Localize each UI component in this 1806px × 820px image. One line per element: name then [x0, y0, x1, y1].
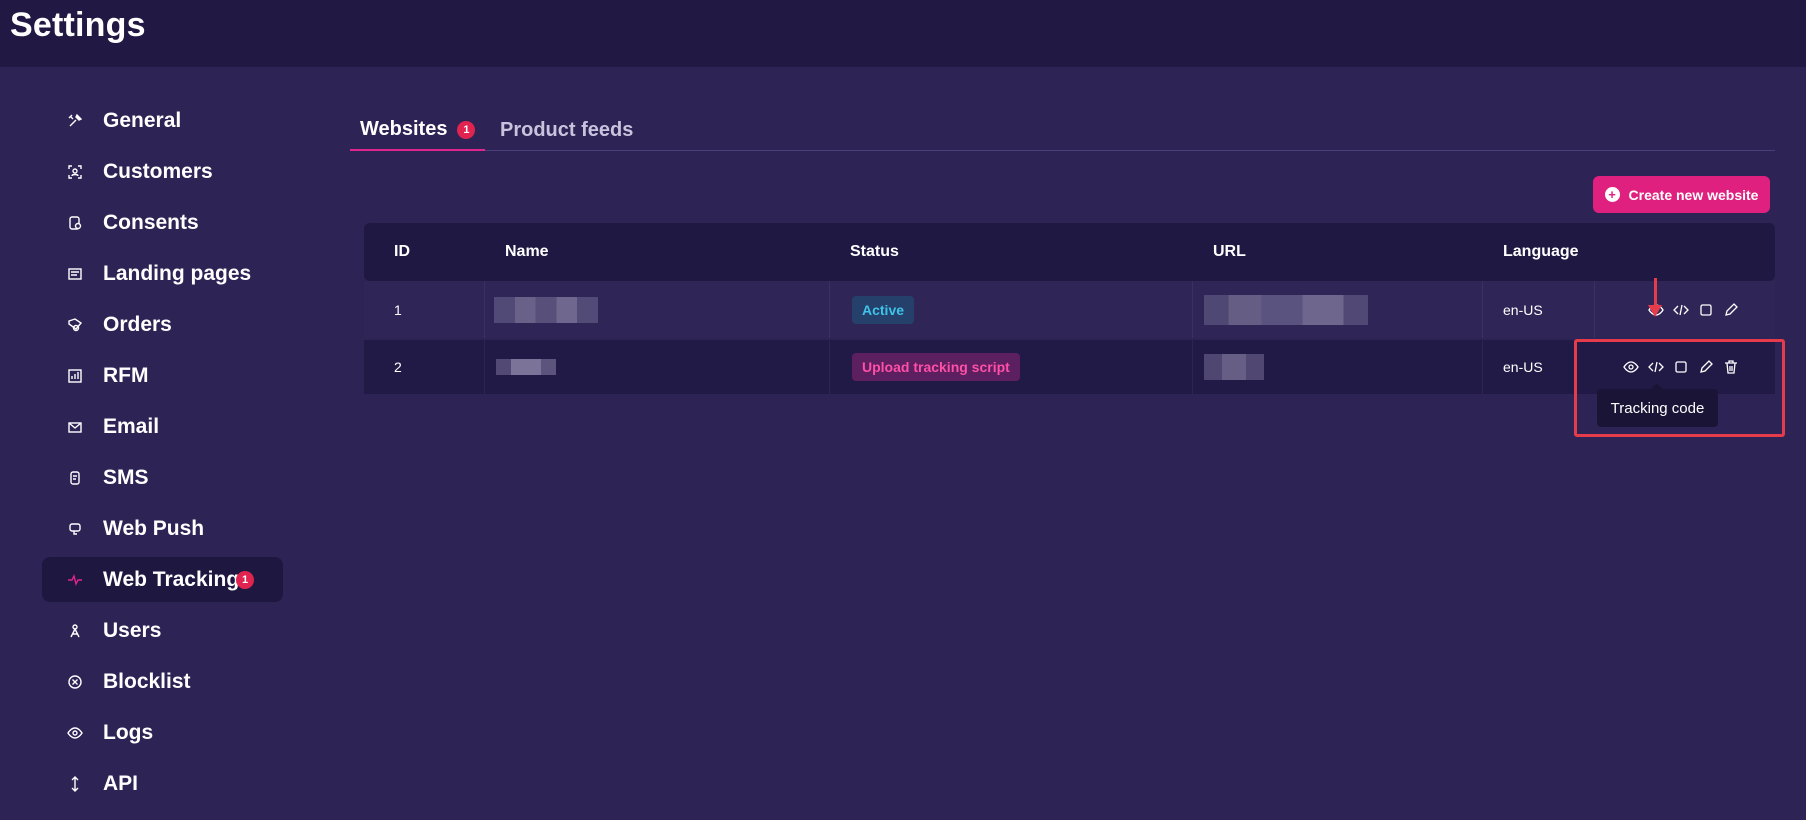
- customer-icon: [66, 163, 84, 181]
- sidebar-item-label: Blocklist: [103, 669, 191, 693]
- sidebar-item-label: Web Tracking: [103, 567, 240, 591]
- status-active-pill: Active: [852, 295, 915, 324]
- cell-url-redacted: [1204, 340, 1264, 394]
- sidebar-item-landing-pages[interactable]: Landing pages: [42, 251, 283, 296]
- eye-icon: [66, 724, 84, 742]
- sidebar-item-label: General: [103, 108, 182, 132]
- table-header: ID Name Status URL Language: [364, 223, 1775, 281]
- square-icon[interactable]: [1698, 302, 1714, 318]
- sidebar-item-label: API: [103, 771, 139, 795]
- notification-badge: 1: [457, 120, 476, 139]
- sidebar-item-label: Email: [103, 414, 160, 438]
- create-button-label: Create new website: [1628, 186, 1759, 203]
- pulse-icon: [66, 571, 84, 589]
- sidebar-item-users[interactable]: Users: [42, 608, 283, 653]
- sidebar-item-label: Landing pages: [103, 261, 252, 285]
- cell-id: 1: [394, 301, 402, 318]
- cell-name-redacted: [496, 340, 556, 394]
- api-arrows-icon: [66, 775, 84, 793]
- sidebar-item-label: Customers: [103, 159, 213, 183]
- sidebar-item-label: Orders: [103, 312, 172, 336]
- status-badge: Upload tracking script: [852, 340, 1020, 394]
- notification-badge: 1: [236, 570, 254, 589]
- tab-websites[interactable]: Websites 1: [350, 110, 486, 151]
- orders-icon: [66, 316, 84, 334]
- websites-table: ID Name Status URL Language 1 Active en-…: [364, 223, 1775, 394]
- users-icon: [66, 622, 84, 640]
- status-upload-pill[interactable]: Upload tracking script: [852, 353, 1020, 381]
- plus-circle-icon: +: [1604, 187, 1620, 202]
- tracking-code-tooltip: Tracking code: [1597, 389, 1718, 427]
- annotation-arrow-head: [1648, 305, 1662, 317]
- sidebar-item-logs[interactable]: Logs: [42, 710, 283, 755]
- email-icon: [66, 418, 84, 436]
- sidebar-item-label: Web Push: [103, 516, 205, 540]
- table-row[interactable]: 1 Active en-US: [364, 281, 1775, 338]
- cell-id: 2: [394, 359, 402, 375]
- annotation-arrow-shaft: [1654, 278, 1657, 308]
- tools-icon: [66, 112, 84, 130]
- cell-language: en-US: [1503, 301, 1543, 318]
- sidebar-item-web-tracking[interactable]: Web Tracking 1: [42, 557, 283, 602]
- cell-name-redacted: [494, 281, 598, 338]
- table-row[interactable]: 2 Upload tracking script en-US: [364, 340, 1775, 394]
- tab-label: Websites: [360, 118, 448, 140]
- consent-icon: [66, 214, 84, 232]
- sidebar-item-general[interactable]: General: [42, 98, 283, 143]
- tab-bar: Websites 1 Product feeds: [350, 110, 1775, 151]
- sidebar-item-label: Consents: [103, 210, 199, 234]
- sidebar-item-label: Logs: [103, 720, 154, 744]
- block-icon: [66, 673, 84, 691]
- tab-product-feeds[interactable]: Product feeds: [490, 110, 643, 151]
- create-new-website-button[interactable]: + Create new website: [1593, 176, 1770, 213]
- sidebar-item-email[interactable]: Email: [42, 404, 283, 449]
- sidebar-item-customers[interactable]: Customers: [42, 149, 283, 194]
- web-push-icon: [66, 520, 84, 538]
- status-badge: Active: [852, 281, 915, 338]
- column-header-language[interactable]: Language: [1503, 223, 1579, 281]
- sidebar-item-api[interactable]: API: [42, 761, 283, 806]
- tracking-code-icon[interactable]: [1673, 302, 1689, 318]
- cell-url-redacted: [1204, 281, 1368, 338]
- edit-pencil-icon[interactable]: [1723, 302, 1739, 318]
- sidebar-item-orders[interactable]: Orders: [42, 302, 283, 347]
- column-header-status[interactable]: Status: [850, 223, 899, 281]
- landing-page-icon: [66, 265, 84, 283]
- sidebar-item-rfm[interactable]: RFM: [42, 353, 283, 398]
- column-header-url[interactable]: URL: [1213, 223, 1246, 281]
- tab-label: Product feeds: [500, 119, 634, 141]
- sidebar-item-label: SMS: [103, 465, 149, 489]
- sidebar-item-web-push[interactable]: Web Push: [42, 506, 283, 551]
- column-header-id[interactable]: ID: [394, 223, 410, 281]
- page-title: Settings: [10, 6, 146, 44]
- sidebar-item-consents[interactable]: Consents: [42, 200, 283, 245]
- sidebar-item-sms[interactable]: SMS: [42, 455, 283, 500]
- sidebar-item-blocklist[interactable]: Blocklist: [42, 659, 283, 704]
- top-bar: Settings: [0, 0, 1806, 67]
- column-header-name[interactable]: Name: [505, 223, 549, 281]
- rfm-chart-icon: [66, 367, 84, 385]
- sidebar-item-label: RFM: [103, 363, 149, 387]
- cell-language: en-US: [1503, 359, 1543, 375]
- sidebar-item-label: Users: [103, 618, 162, 642]
- sms-icon: [66, 469, 84, 487]
- settings-sidebar: General Customers Consents Landing pages…: [42, 98, 283, 812]
